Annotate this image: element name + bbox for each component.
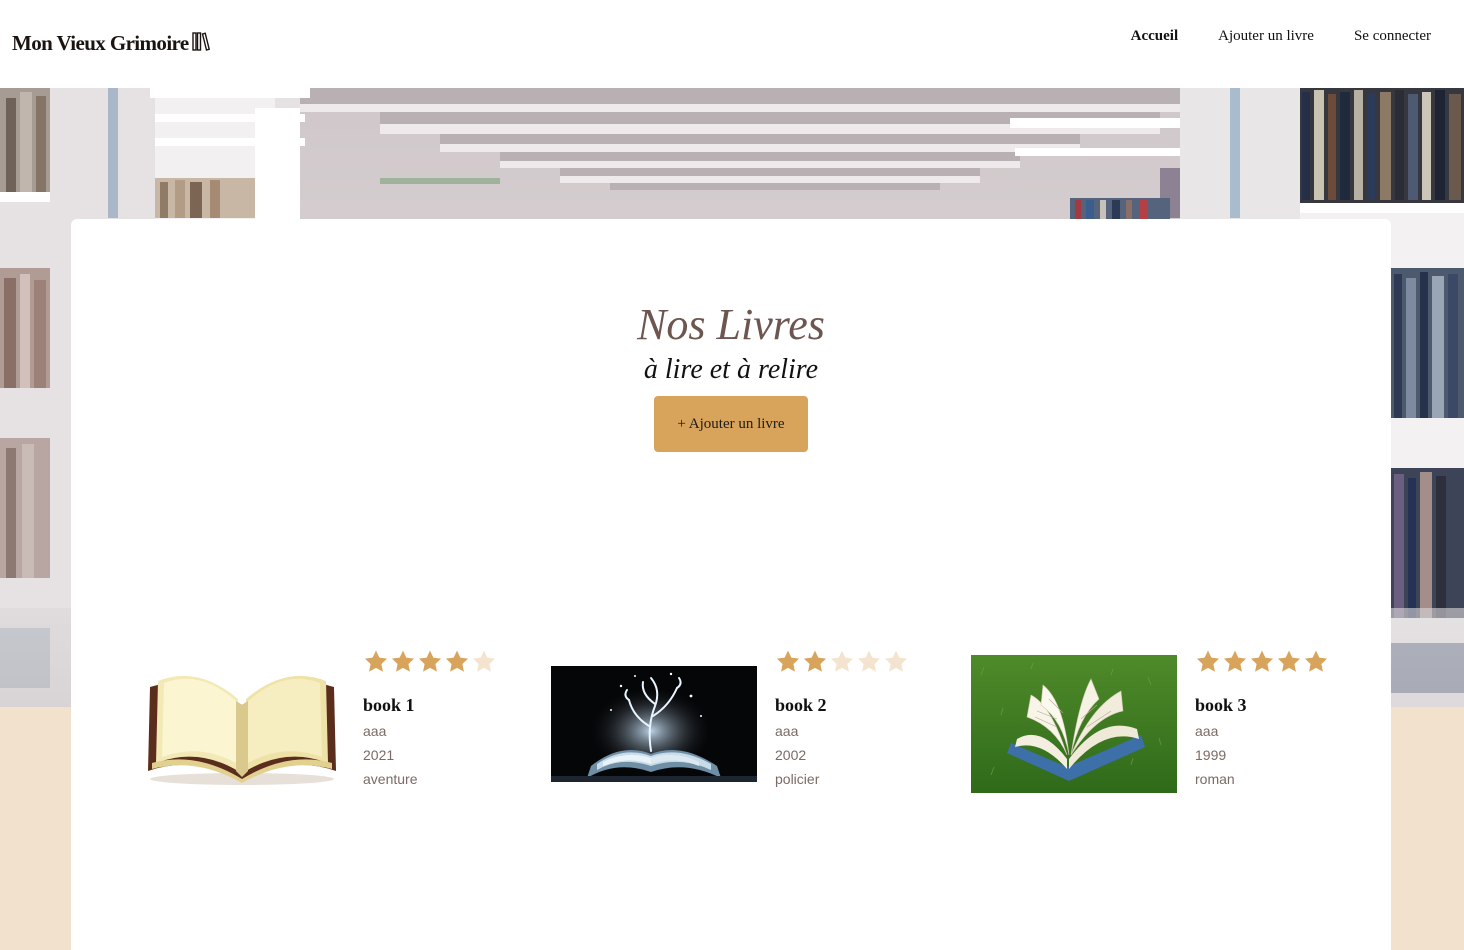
star-filled-icon	[445, 650, 469, 672]
rating-stars	[775, 649, 975, 679]
book-title: book 1	[363, 695, 415, 715]
book-title: book 2	[775, 695, 827, 715]
books-card: Nos Livres à lire et à relire + Ajouter …	[71, 219, 1391, 950]
book-cover-image	[139, 649, 345, 799]
nav-se-connecter[interactable]: Se connecter	[1354, 28, 1431, 45]
site-logo[interactable]: Mon Vieux Grimoire	[12, 30, 210, 56]
star-empty-icon	[857, 650, 881, 672]
star-filled-icon	[1304, 650, 1328, 672]
star-filled-icon	[1277, 650, 1301, 672]
star-filled-icon	[364, 650, 388, 672]
book-year: 2021	[363, 747, 395, 763]
nav-accueil[interactable]: Accueil	[1131, 28, 1178, 45]
book-year: 2002	[775, 747, 807, 763]
main-nav: Accueil Ajouter un livre Se connecter	[1091, 28, 1431, 45]
star-filled-icon	[1250, 650, 1274, 672]
book-title: book 3	[1195, 695, 1247, 715]
book-author: aaa	[363, 723, 387, 739]
star-filled-icon	[418, 650, 442, 672]
book-author: aaa	[775, 723, 799, 739]
book-cover-image	[551, 649, 757, 799]
book-cover-image	[971, 649, 1177, 799]
logo-text: Mon Vieux Grimoire	[12, 30, 189, 55]
book-info: book 2 aaa 2002 policier	[775, 649, 975, 791]
star-empty-icon	[472, 650, 496, 672]
rating-stars	[363, 649, 563, 679]
star-empty-icon	[830, 650, 854, 672]
site-header: Mon Vieux Grimoire Accueil Ajouter un li…	[0, 0, 1464, 88]
star-filled-icon	[391, 650, 415, 672]
book-info: book 3 aaa 1999 roman	[1195, 649, 1395, 791]
star-empty-icon	[884, 650, 908, 672]
book-info: book 1 aaa 2021 aventure	[363, 649, 563, 791]
book-genre: aventure	[363, 771, 418, 787]
add-book-button[interactable]: + Ajouter un livre	[654, 396, 808, 452]
star-filled-icon	[803, 650, 827, 672]
nav-ajouter-livre[interactable]: Ajouter un livre	[1218, 28, 1314, 45]
book-author: aaa	[1195, 723, 1219, 739]
page-subtitle: à lire et à relire	[643, 354, 819, 385]
star-filled-icon	[776, 650, 800, 672]
star-filled-icon	[1196, 650, 1220, 672]
book-year: 1999	[1195, 747, 1227, 763]
books-icon	[191, 31, 210, 56]
page-title: Nos Livres	[637, 300, 825, 349]
book-genre: roman	[1195, 771, 1235, 787]
star-filled-icon	[1223, 650, 1247, 672]
rating-stars	[1195, 649, 1395, 679]
book-genre: policier	[775, 771, 820, 787]
